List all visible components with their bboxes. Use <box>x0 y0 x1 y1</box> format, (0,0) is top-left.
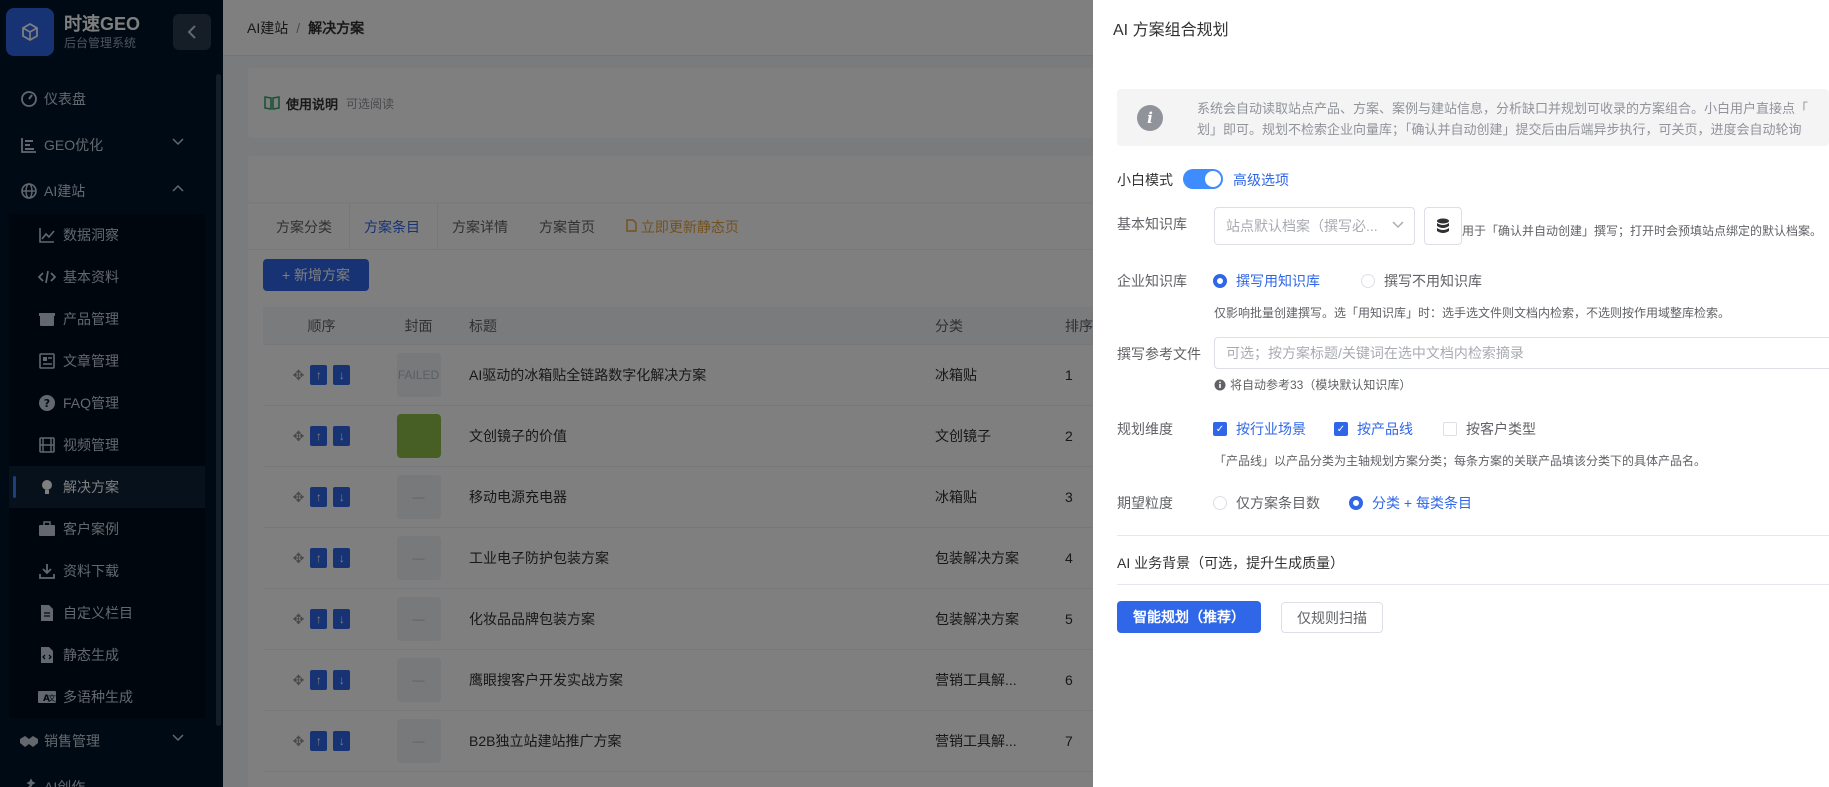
database-icon <box>1437 218 1449 233</box>
granularity-label: 期望粒度 <box>1117 495 1173 511</box>
radio-no-kb-label: 撰写不用知识库 <box>1384 273 1482 289</box>
ref-file-hint: 将自动参考33（模块默认知识库） <box>1230 378 1412 392</box>
ref-file-input[interactable]: 可选；按方案标题/关键词在选中文档内检索摘录 <box>1214 337 1829 369</box>
info-alert: i 系统会自动读取站点产品、方案、案例与建站信息，分析缺口并规划可收录的方案组合… <box>1117 89 1829 146</box>
alert-line-2: 划」即可。规划不检索企业向量库；「确认并自动创建」提交后由后端异步执行，可关页，… <box>1197 122 1802 137</box>
radio-use-kb-label: 撰写用知识库 <box>1236 273 1320 289</box>
alert-line-1: 系统会自动读取站点产品、方案、案例与建站信息，分析缺口并规划可收录的方案组合。小… <box>1197 101 1809 116</box>
kb-select-value: 站点默认档案（撰写必... <box>1226 218 1378 234</box>
kb-label: 基本知识库 <box>1117 216 1187 232</box>
ai-background-collapse[interactable]: AI 业务背景（可选，提升生成质量） <box>1117 553 1344 573</box>
ai-plan-drawer: AI 方案组合规划 i 系统会自动读取站点产品、方案、案例与建站信息，分析缺口并… <box>1093 0 1829 787</box>
divider <box>1117 535 1829 536</box>
dimension-label: 规划维度 <box>1117 421 1173 437</box>
ref-file-hint-row: 将自动参考33（模块默认知识库） <box>1214 376 1411 393</box>
checkbox-product-line-label: 按产品线 <box>1357 421 1413 437</box>
info-small-icon <box>1214 379 1226 390</box>
divider <box>1117 584 1829 585</box>
radio-category-entries[interactable]: 分类 + 每类条目 <box>1349 493 1472 513</box>
enterprise-kb-hint: 仅影响批量创建撰写。选「用知识库」时：选手选文件则文档内检索，不选则按作用域整库… <box>1214 306 1731 320</box>
mode-label: 小白模式 <box>1117 172 1173 188</box>
kb-select[interactable]: 站点默认档案（撰写必... <box>1214 207 1415 245</box>
radio-use-kb[interactable]: 撰写用知识库 <box>1213 271 1320 291</box>
drawer-title: AI 方案组合规划 <box>1113 22 1229 39</box>
rule-scan-button[interactable]: 仅规则扫描 <box>1281 602 1383 633</box>
advanced-options-link[interactable]: 高级选项 <box>1233 170 1289 190</box>
checkbox-industry-label: 按行业场景 <box>1236 421 1306 437</box>
radio-no-kb[interactable]: 撰写不用知识库 <box>1361 271 1482 291</box>
database-button[interactable] <box>1424 207 1462 245</box>
radio-entries-only-label: 仅方案条目数 <box>1236 495 1320 511</box>
info-icon: i <box>1137 105 1163 131</box>
chevron-down-icon <box>1392 221 1404 229</box>
radio-category-entries-label: 分类 + 每类条目 <box>1372 495 1472 511</box>
kb-hint: 用于「确认并自动创建」撰写；打开时会预填站点绑定的默认档案。 <box>1462 224 1823 238</box>
modal-mask[interactable] <box>0 0 1093 787</box>
ref-file-label: 撰写参考文件 <box>1117 346 1201 362</box>
check-icon: ✓ <box>1213 422 1227 436</box>
radio-entries-only[interactable]: 仅方案条目数 <box>1213 493 1320 513</box>
check-icon: ✓ <box>1334 422 1348 436</box>
dimension-hint: 「产品线」以产品分类为主轴规划方案分类；每条方案的关联产品填该分类下的具体产品名… <box>1214 454 1707 468</box>
beginner-mode-switch[interactable] <box>1183 169 1223 189</box>
smart-plan-button[interactable]: 智能规划（推荐） <box>1117 601 1261 633</box>
checkbox-industry[interactable]: ✓ 按行业场景 <box>1213 419 1306 439</box>
enterprise-kb-label: 企业知识库 <box>1117 273 1187 289</box>
ref-file-placeholder: 可选；按方案标题/关键词在选中文档内检索摘录 <box>1226 345 1524 361</box>
checkbox-customer-type[interactable]: 按客户类型 <box>1443 419 1536 439</box>
checkbox-product-line[interactable]: ✓ 按产品线 <box>1334 419 1413 439</box>
checkbox-customer-type-label: 按客户类型 <box>1466 421 1536 437</box>
